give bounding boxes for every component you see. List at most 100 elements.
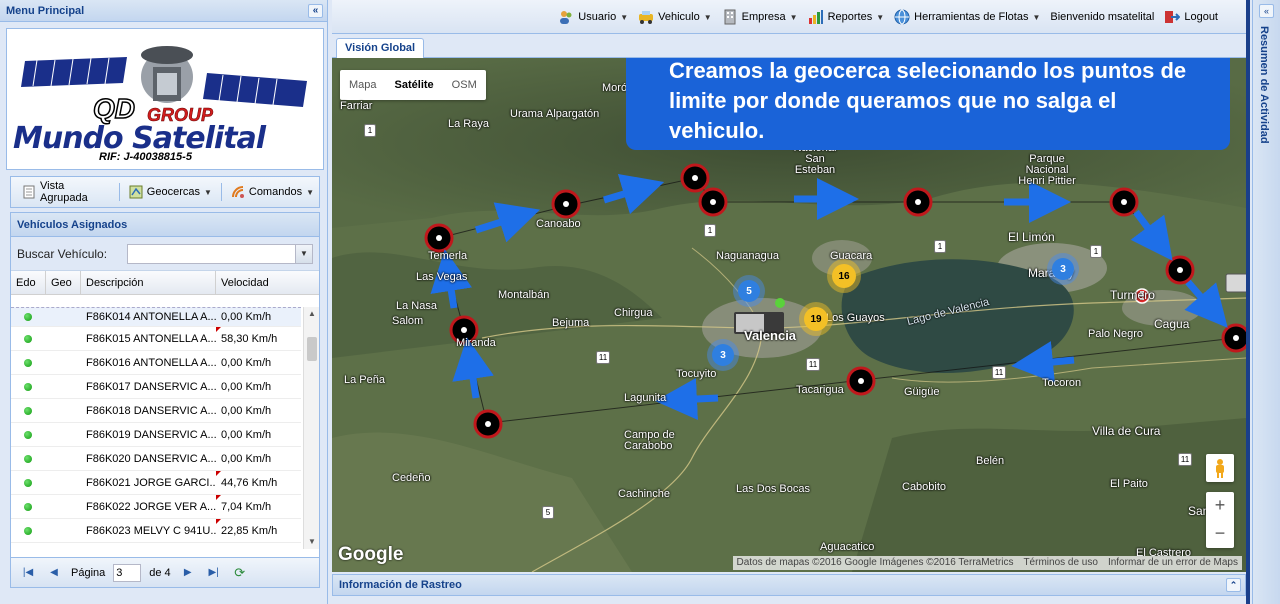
vehicle-search-combo[interactable]: ▼ <box>127 243 313 264</box>
vista-agrupada-button[interactable]: Vista Agrupada <box>17 180 115 204</box>
document-icon <box>22 185 36 199</box>
road-number: 1 <box>704 224 716 237</box>
dirty-cell-marker-icon <box>216 495 221 500</box>
menu-usuario[interactable]: Usuario ▼ <box>558 9 628 25</box>
speed-cell: 7,04 Km/h <box>216 495 291 518</box>
dirty-cell-marker-icon <box>216 327 221 332</box>
chevron-down-icon[interactable]: ▼ <box>295 244 312 263</box>
speed-value: 0,00 Km/h <box>221 428 272 441</box>
map-view[interactable]: Mapa Satélite OSM Farriar La Raya Urama … <box>332 58 1246 572</box>
description-cell: F86K015 ANTONELLA A... <box>86 332 216 345</box>
column-header-velocidad[interactable]: Velocidad <box>216 271 291 295</box>
geo-cell <box>46 447 81 470</box>
column-header-geo[interactable]: Geo <box>46 271 81 295</box>
place-label: Cachinche <box>618 488 670 500</box>
geo-cell <box>46 519 81 542</box>
street-view-pegman-icon[interactable] <box>1206 454 1234 482</box>
map-type-satelite[interactable]: Satélite <box>386 70 443 100</box>
page-number-input[interactable] <box>113 563 142 582</box>
speed-value: 0,00 Km/h <box>221 452 272 465</box>
map-type-osm[interactable]: OSM <box>443 70 486 100</box>
vehicles-panel-header: Vehículos Asignados <box>11 213 319 237</box>
status-cell <box>11 519 46 542</box>
menu-reportes[interactable]: Reportes ▼ <box>808 9 884 25</box>
speed-cell: 0,00 Km/h <box>216 375 291 398</box>
description-cell: F86K024 SITSUVAL A27... <box>81 543 216 550</box>
place-label: Cagua <box>1154 317 1190 331</box>
comandos-label: Comandos <box>248 186 303 198</box>
last-page-icon[interactable]: ▶| <box>205 564 223 582</box>
zoom-out-button[interactable]: − <box>1206 520 1234 548</box>
signal-icon <box>231 185 245 199</box>
status-cell <box>11 351 46 374</box>
welcome-text: Bienvenido msatelital <box>1050 11 1154 23</box>
status-cell <box>11 543 46 549</box>
report-error-link[interactable]: Informar de un error de Maps <box>1108 556 1238 570</box>
place-label: Lagunita <box>624 392 667 404</box>
map-type-mapa[interactable]: Mapa <box>340 70 386 100</box>
grid-scrollbar[interactable]: ▲ ▼ <box>303 307 319 549</box>
vehicle-cluster[interactable]: 3 <box>712 344 734 366</box>
speed-value: 0,00 Km/h <box>221 356 272 369</box>
page-label: Página <box>71 566 106 579</box>
geocercas-button[interactable]: Geocercas ▼ <box>124 181 217 203</box>
place-label: Chirgua <box>614 307 653 319</box>
place-label: Valencia <box>744 328 797 343</box>
table-row[interactable]: F86K016 ANTONELLA A... 0,00 Km/h <box>11 351 301 375</box>
table-row[interactable]: F86K024 SITSUVAL A27... 0,00 Km/h <box>11 543 301 550</box>
prev-page-icon[interactable]: ◀ <box>45 564 63 582</box>
panel-splitter[interactable] <box>1246 0 1250 604</box>
logout-button[interactable]: Logout <box>1164 9 1218 25</box>
table-row[interactable]: F86K017 DANSERVIC A... 0,00 Km/h <box>11 375 301 399</box>
welcome-label: Bienvenido msatelital <box>1050 11 1155 23</box>
expand-right-button[interactable]: « <box>1259 4 1274 18</box>
description-cell: F86K019 DANSERVIC A... <box>86 428 216 441</box>
table-row[interactable]: F86K021 JORGE GARCI... 44,76 Km/h <box>11 471 301 495</box>
vehicle-cluster[interactable]: 5 <box>738 280 760 302</box>
status-cell <box>11 423 46 446</box>
status-online-icon <box>24 454 32 463</box>
place-label: La Peña <box>344 374 385 386</box>
place-label: Las Dos Bocas <box>736 483 810 495</box>
speed-cell: 0,00 Km/h <box>216 423 291 446</box>
terms-link[interactable]: Términos de uso <box>1023 556 1097 570</box>
speed-cell: 0,00 Km/h <box>216 543 291 550</box>
table-row[interactable]: F86K019 DANSERVIC A... 0,00 Km/h <box>11 423 301 447</box>
status-online-icon <box>24 478 32 487</box>
description-cell: F86K023 MELVY C 941U... <box>86 524 216 537</box>
first-page-icon[interactable]: |◀ <box>19 564 37 582</box>
vehicle-search-input[interactable] <box>128 244 312 263</box>
table-row[interactable]: F86K023 MELVY C 941U... 22,85 Km/h <box>11 519 301 543</box>
vehicle-cluster[interactable]: 3 <box>1052 258 1074 280</box>
comandos-button[interactable]: Comandos ▼ <box>226 181 319 203</box>
expand-info-button[interactable]: ⌃ <box>1226 578 1241 592</box>
place-label: Cabobito <box>902 481 947 493</box>
next-page-icon[interactable]: ▶ <box>179 564 197 582</box>
table-row[interactable]: F86K022 JORGE VER A... 7,04 Km/h <box>11 495 301 519</box>
vehicle-cluster[interactable]: 16 <box>832 264 856 288</box>
activity-summary-title[interactable]: Resumen de Actividad <box>1258 26 1270 144</box>
collapse-left-button[interactable]: « <box>308 4 323 18</box>
table-row[interactable]: F86K018 DANSERVIC A... 0,00 Km/h <box>11 399 301 423</box>
column-header-edo[interactable]: Edo <box>11 271 46 295</box>
left-panel-title: Menu Principal <box>6 5 85 17</box>
table-row[interactable]: F86K015 ANTONELLA A... 58,30 Km/h <box>11 327 301 351</box>
vehicle-cluster[interactable]: 19 <box>804 307 828 331</box>
menu-herramientas[interactable]: Herramientas de Flotas ▼ <box>894 9 1040 25</box>
vehicle-grid-header: Edo Geo Descripción Velocidad <box>11 271 319 295</box>
table-row[interactable]: F86K020 DANSERVIC A... 0,00 Km/h <box>11 447 301 471</box>
scroll-up-icon[interactable]: ▲ <box>304 307 320 321</box>
place-label: Aguacatico <box>820 541 875 553</box>
geo-cell <box>46 375 81 398</box>
menu-empresa[interactable]: Empresa ▼ <box>722 9 798 25</box>
scroll-thumb[interactable] <box>307 337 317 361</box>
tab-vision-global[interactable]: Visión Global <box>336 38 425 58</box>
column-header-descripcion[interactable]: Descripción <box>81 271 216 295</box>
zoom-in-button[interactable]: + <box>1206 492 1234 520</box>
menu-vehiculo[interactable]: Vehiculo ▼ <box>638 9 712 25</box>
road-number: 1 <box>934 240 946 253</box>
scroll-down-icon[interactable]: ▼ <box>304 535 320 549</box>
status-online-icon <box>24 382 32 391</box>
refresh-icon[interactable]: ⟳ <box>231 564 249 582</box>
table-row[interactable]: F86K014 ANTONELLA A... 0,00 Km/h <box>11 307 301 327</box>
